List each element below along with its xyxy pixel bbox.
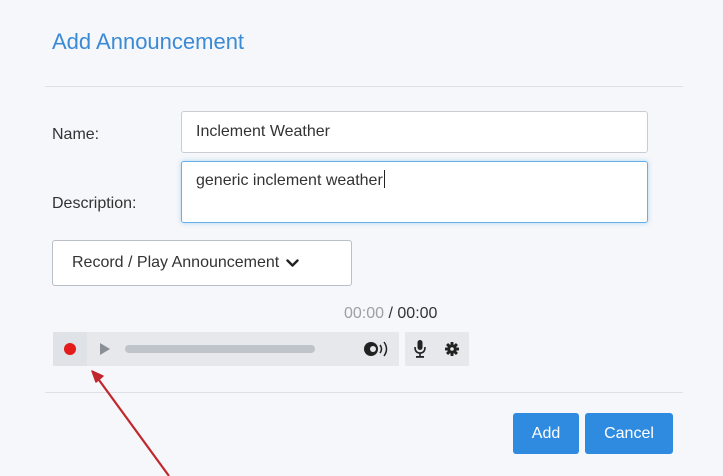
annotation-arrow bbox=[91, 370, 170, 476]
